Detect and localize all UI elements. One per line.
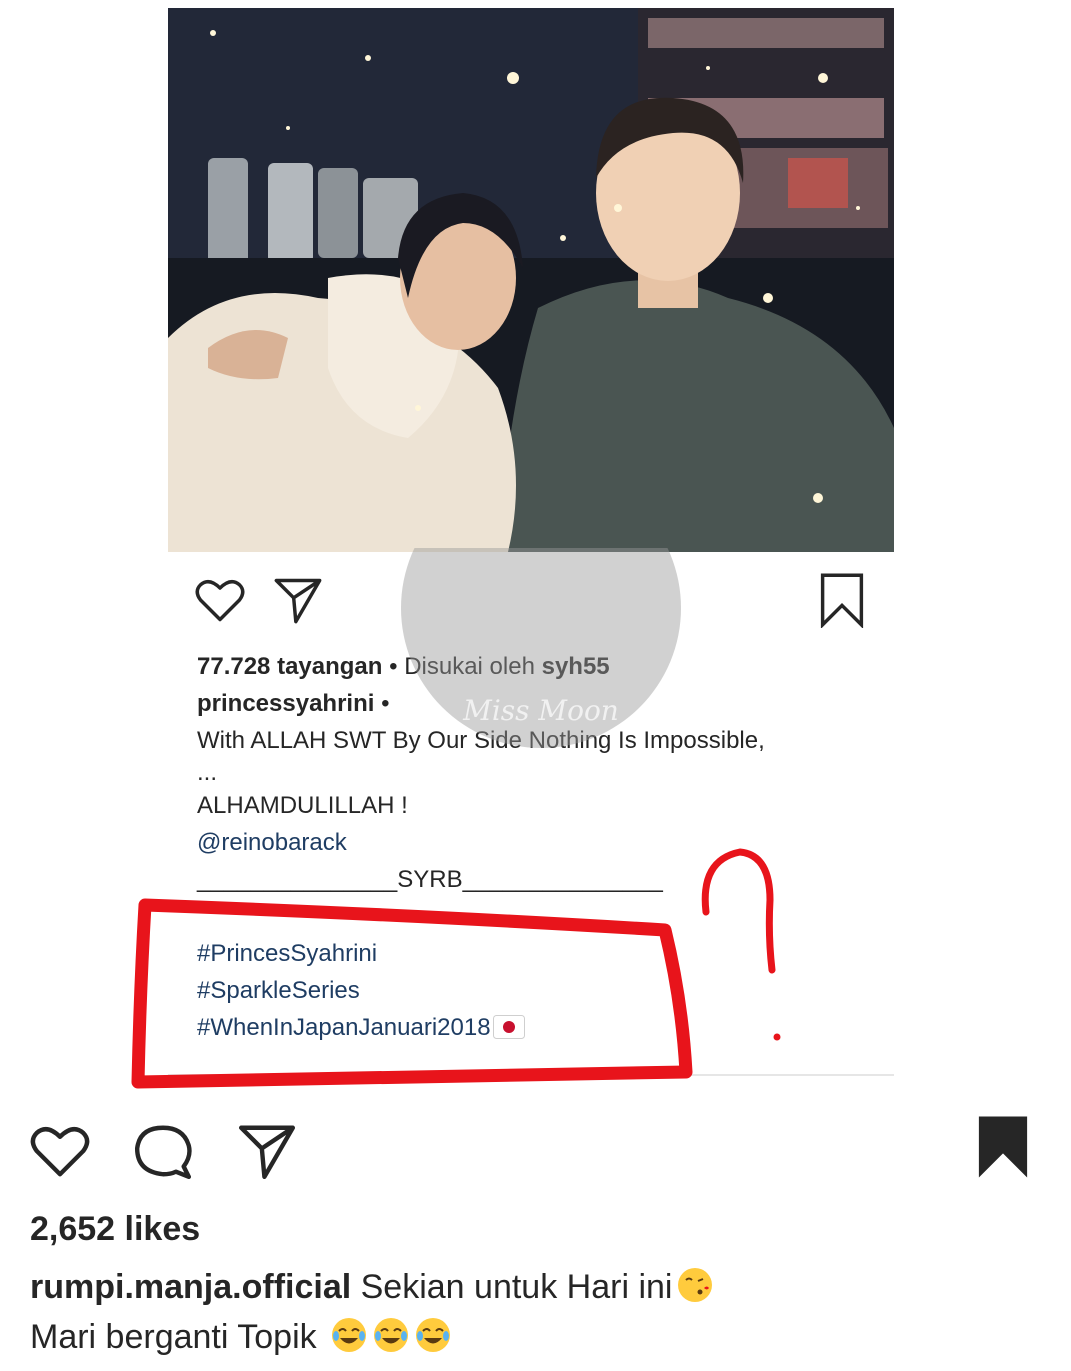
caption-text: Mari berganti Topik	[30, 1318, 317, 1356]
tears-of-joy-emoji	[372, 1316, 410, 1354]
separator: •	[382, 653, 405, 680]
views-line: 77.728 tayangan • Disukai oleh syh55	[197, 648, 887, 685]
comment-icon[interactable]	[132, 1120, 194, 1187]
username-suffix: •	[374, 690, 390, 717]
hashtag-link[interactable]: #SparkleSeries	[197, 972, 887, 1009]
inner-action-bar	[168, 568, 894, 631]
caption-username[interactable]: rumpi.manja.official	[30, 1268, 351, 1306]
inner-caption: 77.728 tayangan • Disukai oleh syh55 pri…	[197, 648, 887, 1050]
caption-text: Sekian untuk Hari ini	[351, 1268, 673, 1306]
bookmark-icon[interactable]	[818, 572, 866, 633]
caption-divider: _______________SYRB_______________	[197, 866, 663, 893]
heart-icon[interactable]	[194, 574, 246, 631]
hashtag-line: #WhenInJapanJanuari2018	[197, 1009, 887, 1050]
outer-caption: rumpi.manja.official Sekian untuk Hari i…	[30, 1262, 714, 1362]
likes-count[interactable]: 2,652 likes	[30, 1210, 200, 1249]
username-line: princessyahrini •	[197, 685, 887, 722]
caption-ellipsis[interactable]: ...	[197, 759, 887, 787]
photo-illustration	[168, 8, 894, 552]
heart-icon[interactable]	[28, 1120, 92, 1187]
embedded-post-screenshot: 77.728 tayangan • Disukai oleh syh55 pri…	[168, 8, 894, 1088]
mention-link[interactable]: @reinobarack	[197, 824, 887, 861]
outer-action-bar	[0, 1110, 1071, 1190]
hashtag-link[interactable]: #PrincesSyahrini	[197, 935, 887, 972]
caption-line: ALHAMDULILLAH !	[197, 792, 408, 819]
caption-line: With ALLAH SWT By Our Side Nothing Is Im…	[197, 727, 765, 754]
caption-blank	[197, 898, 887, 935]
tears-of-joy-emoji	[330, 1316, 368, 1354]
divider	[168, 1074, 894, 1076]
liked-by-user[interactable]: syh55	[542, 653, 610, 680]
bookmark-filled-icon[interactable]	[975, 1114, 1031, 1185]
tears-of-joy-emoji	[414, 1316, 452, 1354]
kiss-emoji	[676, 1266, 714, 1304]
share-icon[interactable]	[236, 1120, 298, 1187]
japan-flag-emoji	[492, 1013, 525, 1050]
post-username[interactable]: princessyahrini	[197, 690, 374, 717]
share-icon[interactable]	[272, 574, 324, 631]
views-count: 77.728 tayangan	[197, 653, 383, 680]
hashtag-link[interactable]: #WhenInJapanJanuari2018	[197, 1014, 491, 1041]
liked-by-label: Disukai oleh	[404, 653, 542, 680]
post-photo	[168, 8, 894, 552]
